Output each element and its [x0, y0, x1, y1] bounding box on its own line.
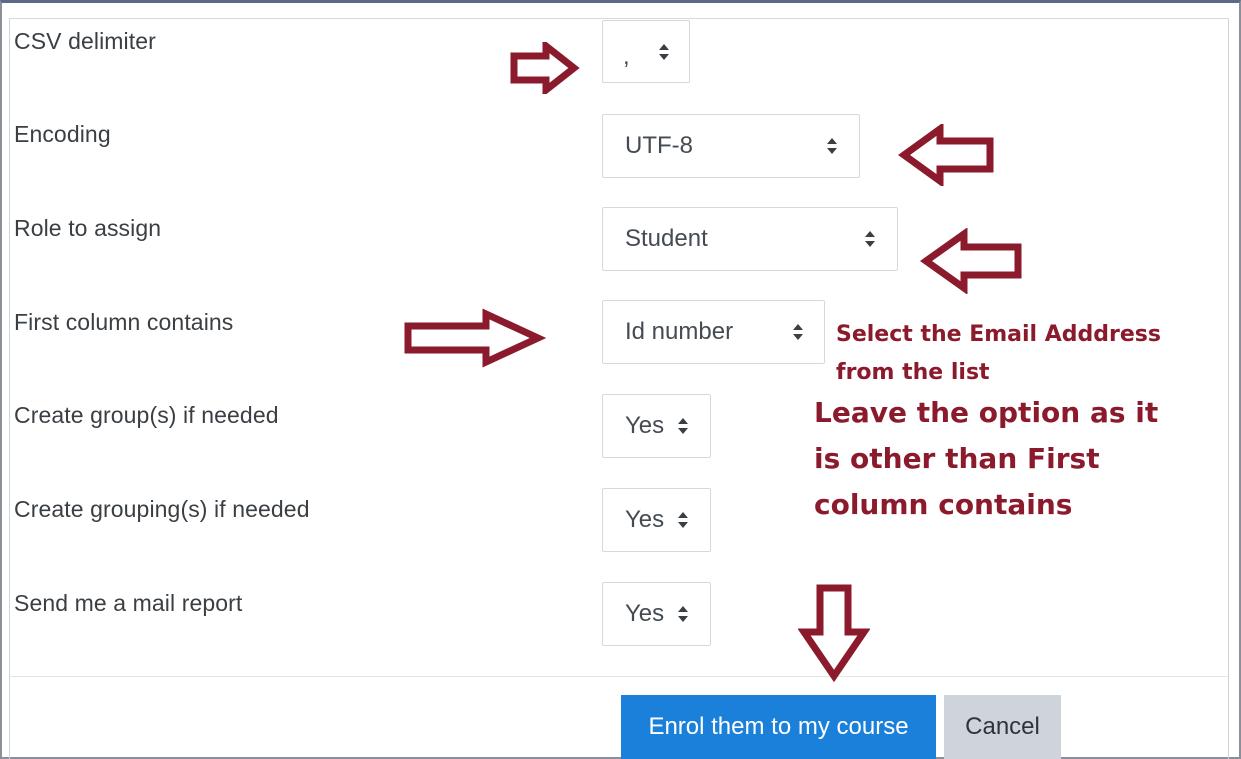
leave-note-line-1: Leave the option as it: [814, 396, 1159, 429]
panel-border-top: [9, 18, 1229, 19]
leave-note-line-3: column contains: [814, 488, 1073, 521]
select-caret-icon: [793, 324, 803, 340]
create-groups-value: Yes: [625, 412, 665, 439]
role-select[interactable]: Student: [602, 207, 898, 271]
select-caret-icon: [678, 606, 688, 622]
encoding-select[interactable]: UTF-8: [602, 114, 860, 178]
enrol-button[interactable]: Enrol them to my course: [621, 695, 936, 759]
email-note-line-1: Select the Email Adddress: [836, 322, 1161, 347]
send-mail-report-value: Yes: [625, 600, 665, 627]
right-arrow-icon: [510, 42, 580, 94]
send-mail-report-label: Send me a mail report: [14, 590, 243, 616]
left-arrow-icon: [898, 124, 994, 186]
select-caret-icon: [827, 138, 837, 154]
select-caret-icon: [678, 512, 688, 528]
csv-delimiter-select[interactable]: ,: [602, 20, 690, 83]
select-caret-icon: [865, 231, 875, 247]
encoding-label: Encoding: [14, 121, 111, 147]
select-caret-icon: [659, 43, 669, 60]
leave-note-line-2: is other than First: [814, 442, 1100, 475]
create-groups-label: Create group(s) if needed: [14, 402, 279, 428]
create-groupings-select[interactable]: Yes: [602, 488, 711, 552]
panel-border-left: [9, 18, 10, 759]
select-caret-icon: [678, 418, 688, 434]
down-arrow-icon: [798, 584, 870, 682]
cancel-button[interactable]: Cancel: [944, 695, 1061, 759]
first-column-select[interactable]: Id number: [602, 300, 825, 364]
panel-border-right: [1228, 18, 1229, 759]
right-arrow-icon: [404, 308, 546, 368]
create-groups-select[interactable]: Yes: [602, 394, 711, 458]
create-groupings-value: Yes: [625, 506, 665, 533]
email-note-line-2: from the list: [836, 360, 990, 385]
left-arrow-icon: [920, 228, 1022, 294]
encoding-value: UTF-8: [625, 132, 693, 159]
create-groupings-label: Create grouping(s) if needed: [14, 496, 310, 522]
footer-divider: [10, 676, 1228, 677]
role-to-assign-label: Role to assign: [14, 215, 162, 241]
role-value: Student: [625, 225, 708, 252]
csv-delimiter-value: ,: [623, 43, 630, 70]
first-column-contains-label: First column contains: [14, 309, 234, 335]
first-column-value: Id number: [625, 318, 734, 345]
send-mail-report-select[interactable]: Yes: [602, 582, 711, 646]
csv-delimiter-label: CSV delimiter: [14, 28, 156, 54]
